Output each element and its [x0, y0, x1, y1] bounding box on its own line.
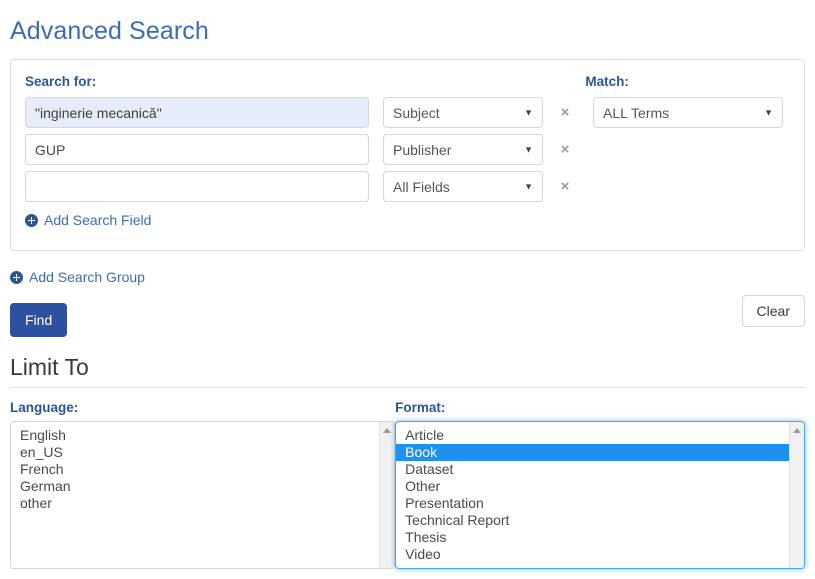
search-field-select-1[interactable]: Subject ▼ [383, 97, 543, 128]
page-title: Advanced Search [10, 17, 209, 45]
language-listbox[interactable]: English en_US French German other [10, 420, 396, 569]
clear-button[interactable]: Clear [741, 294, 805, 327]
format-label: Format: [395, 399, 446, 415]
list-item[interactable]: Thesis [396, 529, 789, 546]
format-listbox-scrollbar[interactable] [789, 421, 804, 568]
match-select-value: ALL Terms [603, 104, 670, 121]
search-field-select-3-value: All Fields [393, 178, 450, 195]
list-item[interactable]: Presentation [396, 495, 789, 512]
match-label: Match: [585, 74, 629, 89]
list-item[interactable]: Technical Report [396, 512, 789, 529]
list-item[interactable]: Video [396, 546, 789, 563]
add-search-group-link[interactable]: Add Search Group [10, 269, 145, 285]
search-for-label: Search for: [25, 74, 97, 89]
language-label: Language: [10, 399, 79, 415]
limit-to-divider [10, 386, 805, 388]
search-rows: Subject ▼ × ALL Terms ▼ Publisher ▼ × [25, 97, 790, 202]
search-field-select-2[interactable]: Publisher ▼ [383, 134, 543, 165]
list-item[interactable]: German [11, 478, 379, 495]
add-search-field-label: Add Search Field [44, 212, 152, 228]
remove-search-row-1-icon[interactable]: × [550, 105, 580, 120]
list-item[interactable]: Dataset [396, 461, 789, 478]
add-search-group-row: Add Search Group [10, 269, 805, 287]
search-term-input-1[interactable] [25, 97, 369, 128]
list-item[interactable]: Other [396, 478, 789, 495]
chevron-down-icon: ▼ [524, 181, 533, 191]
remove-search-row-2-icon[interactable]: × [550, 142, 580, 157]
add-search-field-link[interactable]: Add Search Field [25, 212, 151, 228]
scroll-up-arrow-icon[interactable] [793, 427, 801, 433]
find-button[interactable]: Find [10, 302, 68, 337]
chevron-down-icon: ▼ [524, 107, 533, 117]
search-field-select-2-value: Publisher [393, 141, 452, 158]
scroll-up-arrow-icon[interactable] [383, 427, 392, 433]
format-listbox[interactable]: Article Book Dataset Other Presentation … [395, 420, 805, 569]
list-item[interactable]: English [11, 427, 379, 444]
form-actions: Find Clear [10, 294, 805, 337]
list-item[interactable]: French [11, 461, 379, 478]
limit-to-columns: Language: English en_US French German ot… [10, 400, 805, 569]
search-group-panel: Search for: Match: Subject ▼ × ALL Terms… [10, 59, 805, 251]
search-field-select-1-value: Subject [393, 104, 440, 121]
search-panel-labels: Search for: Match: [25, 74, 790, 90]
search-term-input-2[interactable] [25, 134, 369, 165]
list-item[interactable]: en_US [11, 444, 379, 461]
language-listbox-scrollbar[interactable] [379, 421, 395, 568]
search-row: Publisher ▼ × [25, 134, 790, 165]
limit-to-heading: Limit To [10, 353, 89, 380]
list-item-selected[interactable]: Book [396, 443, 789, 461]
list-item[interactable]: Article [396, 427, 789, 444]
chevron-down-icon: ▼ [764, 107, 773, 117]
plus-circle-icon [25, 213, 38, 227]
add-search-field-row: Add Search Field [25, 212, 790, 230]
language-options: English en_US French German other [11, 427, 379, 512]
advanced-search-page: Advanced Search Search for: Match: Subje… [0, 0, 815, 579]
match-select[interactable]: ALL Terms ▼ [593, 97, 783, 128]
add-search-group-label: Add Search Group [29, 269, 145, 285]
plus-circle-icon [10, 270, 23, 284]
search-row: All Fields ▼ × [25, 171, 790, 202]
language-filter: Language: English en_US French German ot… [10, 399, 396, 569]
chevron-down-icon: ▼ [524, 144, 533, 154]
format-filter: Format: Article Book Dataset Other Prese… [395, 400, 805, 569]
search-term-input-3[interactable] [25, 171, 369, 202]
search-field-select-3[interactable]: All Fields ▼ [383, 171, 543, 202]
remove-search-row-3-icon[interactable]: × [550, 179, 580, 194]
format-options: Article Book Dataset Other Presentation … [396, 427, 789, 563]
search-row: Subject ▼ × ALL Terms ▼ [25, 97, 790, 128]
list-item[interactable]: other [11, 495, 379, 512]
